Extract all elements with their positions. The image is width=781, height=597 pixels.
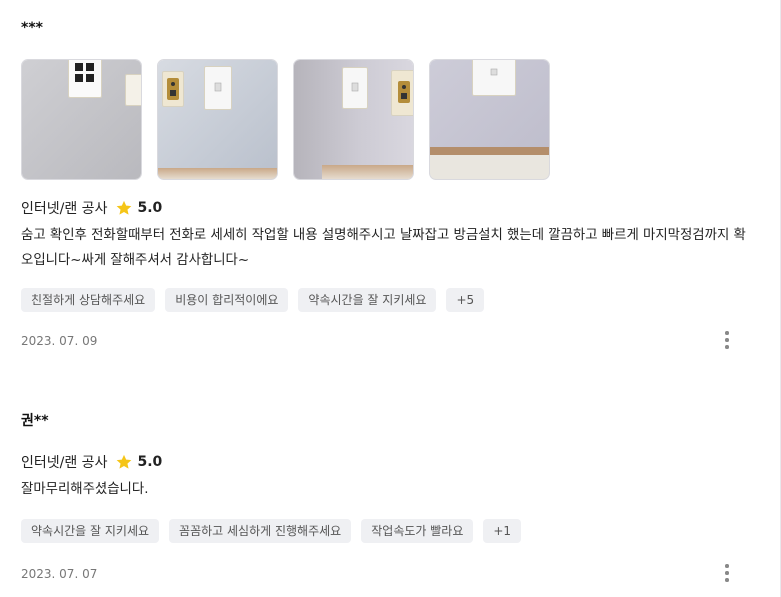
review-tags: 친절하게 상담해주세요 비용이 합리적이에요 약속시간을 잘 지키세요 +5 [21, 288, 761, 312]
more-options-icon[interactable] [721, 331, 733, 349]
review-card: *** 인터넷/랜 공사 5.0 숨고 확인후 전화할때부터 전화로 세세히 작… [21, 18, 761, 350]
review-tag[interactable]: 작업속도가 빨라요 [361, 519, 474, 543]
review-date: 2023. 07. 07 [21, 567, 98, 581]
review-photos [21, 59, 761, 180]
star-icon [117, 200, 132, 215]
review-photo-3[interactable] [293, 59, 414, 180]
star-icon [117, 454, 132, 469]
more-tags-button[interactable]: +5 [446, 288, 485, 312]
review-tags: 약속시간을 잘 지키세요 꼼꼼하고 세심하게 진행해주세요 작업속도가 빨라요 … [21, 519, 761, 543]
more-tags-button[interactable]: +1 [483, 519, 522, 543]
review-text: 숨고 확인후 전화할때부터 전화로 세세히 작업할 내용 설명해주시고 날짜잡고… [21, 228, 746, 268]
rating-value: 5.0 [137, 454, 163, 470]
review-footer: 2023. 07. 09 [21, 330, 761, 350]
more-options-icon[interactable] [721, 564, 733, 582]
service-name: 인터넷/랜 공사 [21, 455, 108, 471]
review-footer: 2023. 07. 07 [21, 563, 761, 583]
review-tag[interactable]: 약속시간을 잘 지키세요 [298, 288, 437, 312]
review-date: 2023. 07. 09 [21, 334, 98, 348]
rating-value: 5.0 [137, 200, 163, 216]
review-tag[interactable]: 비용이 합리적이에요 [165, 288, 289, 312]
review-meta: 인터넷/랜 공사 5.0 [21, 197, 761, 219]
review-card: 권** 인터넷/랜 공사 5.0 잘마무리해주셨습니다. 약속시간을 잘 지키세… [21, 411, 761, 583]
review-author: 권** [21, 413, 49, 429]
review-photo-2[interactable] [157, 59, 278, 180]
service-name: 인터넷/랜 공사 [21, 201, 108, 217]
review-tag[interactable]: 꼼꼼하고 세심하게 진행해주세요 [169, 519, 352, 543]
review-tag[interactable]: 친절하게 상담해주세요 [21, 288, 156, 312]
review-tag[interactable]: 약속시간을 잘 지키세요 [21, 519, 160, 543]
review-meta: 인터넷/랜 공사 5.0 [21, 451, 761, 473]
review-photo-4[interactable] [429, 59, 550, 180]
review-photo-1[interactable] [21, 59, 142, 180]
review-text: 잘마무리해주셨습니다. [21, 482, 149, 497]
review-author: *** [21, 20, 43, 36]
